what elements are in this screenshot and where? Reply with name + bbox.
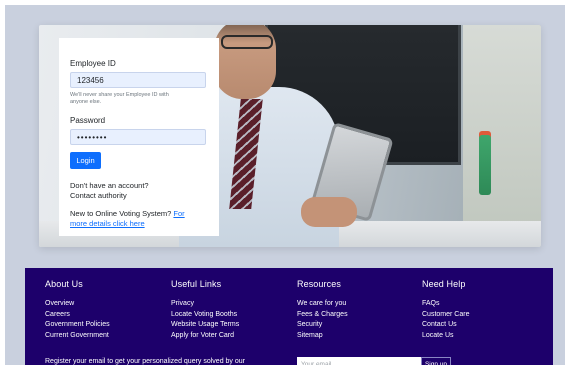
new-user-prefix: New to Online Voting System? — [70, 209, 172, 218]
footer-link-locate-us[interactable]: Locate Us — [422, 331, 469, 342]
more-details-link-part1: For — [173, 209, 185, 218]
page-background: Employee ID We'll never share your Emplo… — [5, 5, 565, 365]
footer-link-privacy[interactable]: Privacy — [171, 299, 239, 310]
footer-link-contact-us[interactable]: Contact Us — [422, 320, 469, 331]
footer-link-fees-charges[interactable]: Fees & Charges — [297, 310, 348, 321]
footer-link-locate-voting-booths[interactable]: Locate Voting Booths — [171, 310, 239, 321]
footer-link-careers[interactable]: Careers — [45, 310, 110, 321]
lamp-illustration — [479, 135, 491, 195]
footer: About Us Overview Careers Government Pol… — [25, 268, 553, 365]
contact-authority-text: Contact authority — [70, 191, 127, 200]
footer-link-current-government[interactable]: Current Government — [45, 331, 110, 342]
new-user-text: New to Online Voting System? For more det… — [70, 209, 215, 229]
footer-resources-column: Resources We care for you Fees & Charges… — [297, 279, 348, 341]
footer-link-government-policies[interactable]: Government Policies — [45, 320, 110, 331]
password-label: Password — [70, 116, 106, 125]
login-form: Employee ID We'll never share your Emplo… — [59, 38, 219, 236]
employee-id-input[interactable] — [70, 72, 206, 88]
newsletter-text: Register your email to get your personal… — [45, 358, 245, 365]
footer-link-we-care[interactable]: We care for you — [297, 299, 348, 310]
footer-link-website-usage-terms[interactable]: Website Usage Terms — [171, 320, 239, 331]
signup-button[interactable]: Sign up — [421, 357, 451, 365]
footer-link-security[interactable]: Security — [297, 320, 348, 331]
footer-link-customer-care[interactable]: Customer Care — [422, 310, 469, 321]
footer-link-faqs[interactable]: FAQs — [422, 299, 469, 310]
footer-about-column: About Us Overview Careers Government Pol… — [45, 279, 110, 341]
no-account-text: Don't have an account? — [70, 181, 149, 190]
footer-help-column: Need Help FAQs Customer Care Contact Us … — [422, 279, 469, 341]
employee-id-help-line2: anyone else. — [70, 99, 102, 105]
window-background — [463, 25, 541, 247]
footer-link-sitemap[interactable]: Sitemap — [297, 331, 348, 342]
employee-id-help-line1: We'll never share your Employee ID with — [70, 92, 169, 98]
hand-illustration — [301, 197, 357, 227]
footer-about-heading: About Us — [45, 279, 83, 289]
newsletter-email-input[interactable] — [297, 357, 421, 365]
glasses-illustration — [221, 35, 273, 49]
footer-link-overview[interactable]: Overview — [45, 299, 110, 310]
more-details-link-part2: more details click here — [70, 219, 145, 228]
employee-id-label: Employee ID — [70, 59, 116, 68]
footer-useful-heading: Useful Links — [171, 279, 222, 289]
footer-help-heading: Need Help — [422, 279, 466, 289]
footer-resources-heading: Resources — [297, 279, 341, 289]
login-button[interactable]: Login — [70, 152, 101, 169]
footer-link-apply-voter-card[interactable]: Apply for Voter Card — [171, 331, 239, 342]
footer-useful-column: Useful Links Privacy Locate Voting Booth… — [171, 279, 239, 341]
employee-id-help: We'll never share your Employee ID with … — [70, 92, 210, 106]
password-input[interactable] — [70, 129, 206, 145]
